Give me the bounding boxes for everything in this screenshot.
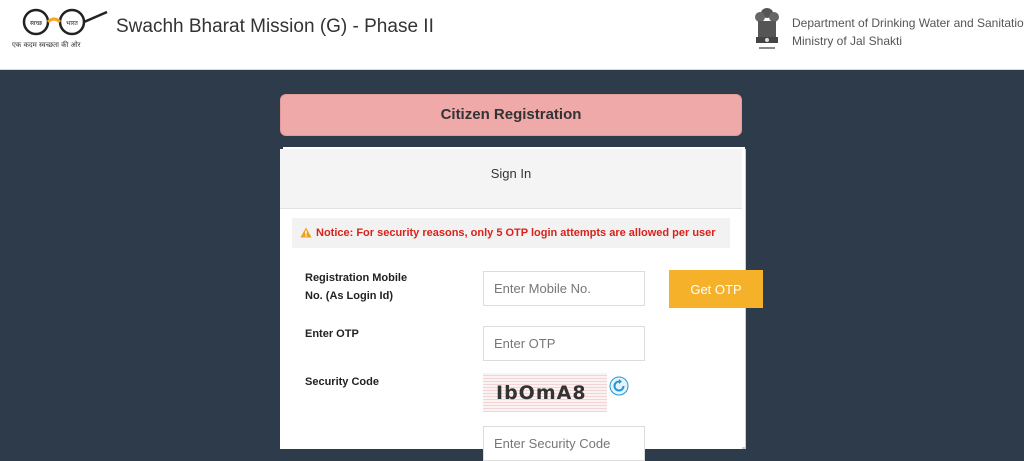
otp-input[interactable]	[483, 326, 645, 361]
signin-card: Sign In Notice: For security reasons, on…	[280, 149, 763, 461]
site-header: स्वच्छ भारत एक कदम स्वच्छता की ओर Swachh…	[0, 0, 1024, 70]
ministry-name: Ministry of Jal Shakti	[792, 34, 903, 48]
refresh-icon[interactable]	[609, 376, 629, 396]
warning-icon	[300, 227, 312, 238]
national-emblem-icon	[755, 8, 779, 49]
get-otp-button[interactable]: Get OTP	[669, 270, 763, 308]
security-code-label: Security Code	[305, 376, 379, 388]
mobile-input[interactable]	[483, 271, 645, 306]
citizen-registration-banner[interactable]: Citizen Registration	[280, 94, 742, 136]
logo-word-left: स्वच्छ	[30, 20, 43, 27]
security-notice: Notice: For security reasons, only 5 OTP…	[292, 218, 730, 248]
signin-heading: Sign In	[280, 149, 742, 209]
captcha-image: IbOmA8	[483, 373, 607, 412]
security-notice-text: Notice: For security reasons, only 5 OTP…	[316, 227, 716, 239]
logo-word-right: भारत	[66, 20, 78, 27]
mobile-label: Registration Mobile No. (As Login Id)	[305, 272, 408, 302]
otp-label: Enter OTP	[305, 328, 359, 340]
logo-tagline: एक कदम स्वच्छता की ओर	[12, 41, 81, 49]
security-code-input[interactable]	[483, 426, 645, 461]
department-name: Department of Drinking Water and Sanitat…	[792, 16, 1024, 30]
site-title: Swachh Bharat Mission (G) - Phase II	[116, 16, 434, 37]
